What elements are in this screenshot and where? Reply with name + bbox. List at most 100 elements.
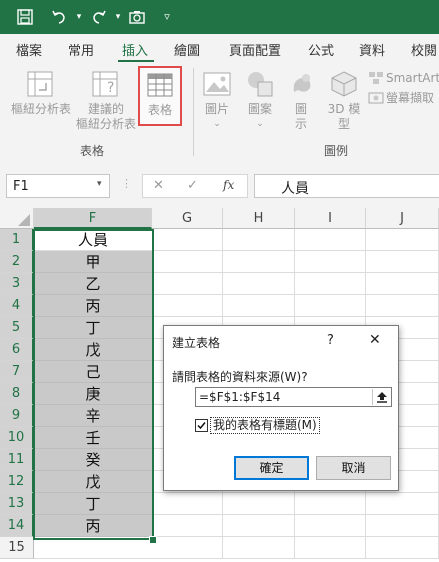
cancel-button[interactable]: 取消: [316, 456, 391, 480]
cell-f[interactable]: 乙: [34, 273, 152, 295]
recommended-pivot-icon[interactable]: ?: [91, 70, 119, 101]
insert-function-icon[interactable]: fx: [223, 178, 234, 192]
cell-f[interactable]: 人員: [34, 229, 152, 251]
row-header[interactable]: 10: [0, 427, 34, 449]
cell-empty[interactable]: [152, 515, 223, 537]
collapse-dialog-icon[interactable]: [372, 389, 391, 405]
tab-file[interactable]: 檔案: [16, 40, 42, 59]
cell-empty[interactable]: [223, 537, 295, 559]
cell-empty[interactable]: [152, 295, 223, 317]
range-input[interactable]: =$F$1:$F$14: [195, 387, 392, 407]
formula-input[interactable]: 人員: [254, 174, 439, 198]
screenshot-icon[interactable]: [368, 91, 384, 108]
shapes-icon[interactable]: [246, 70, 274, 101]
cell-empty[interactable]: [223, 493, 295, 515]
ok-button[interactable]: 確定: [234, 456, 309, 480]
row-header[interactable]: 15: [0, 537, 34, 559]
cell-empty[interactable]: [366, 515, 439, 537]
cell-empty[interactable]: [152, 229, 223, 251]
camera-icon[interactable]: [128, 8, 146, 26]
redo-icon[interactable]: [90, 8, 108, 26]
cell-empty[interactable]: [152, 537, 223, 559]
tab-formulas[interactable]: 公式: [308, 40, 334, 59]
row-header[interactable]: 14: [0, 515, 34, 537]
cell-f[interactable]: 辛: [34, 405, 152, 427]
tab-home[interactable]: 常用: [68, 40, 94, 59]
has-headers-label[interactable]: 我的表格有標題(M): [210, 417, 320, 434]
tab-data[interactable]: 資料: [359, 40, 385, 59]
pictures-icon[interactable]: [203, 72, 231, 99]
row-header[interactable]: 3: [0, 273, 34, 295]
cell-empty[interactable]: [295, 273, 366, 295]
cell-empty[interactable]: [223, 273, 295, 295]
column-header-h[interactable]: H: [223, 208, 295, 229]
cell-empty[interactable]: [223, 229, 295, 251]
redo-dropdown-icon[interactable]: ▾: [109, 8, 127, 26]
row-header[interactable]: 13: [0, 493, 34, 515]
cell-f[interactable]: 癸: [34, 449, 152, 471]
cell-empty[interactable]: [223, 251, 295, 273]
has-headers-checkbox[interactable]: [195, 419, 208, 432]
cell-f[interactable]: 丙: [34, 295, 152, 317]
row-header[interactable]: 1: [0, 229, 34, 251]
pictures-dropdown-icon[interactable]: ⌄: [200, 117, 234, 132]
cell-empty[interactable]: [223, 295, 295, 317]
tab-insert[interactable]: 插入: [122, 40, 148, 59]
cell-empty[interactable]: [295, 537, 366, 559]
cell-empty[interactable]: [223, 515, 295, 537]
confirm-entry-icon[interactable]: ✓: [187, 178, 198, 193]
pivot-table-icon[interactable]: [26, 70, 54, 101]
cell-f[interactable]: 丁: [34, 493, 152, 515]
select-all-corner[interactable]: [0, 208, 34, 229]
cell-empty[interactable]: [295, 251, 366, 273]
smartart-label[interactable]: SmartArt: [386, 71, 439, 86]
row-header[interactable]: 4: [0, 295, 34, 317]
cancel-entry-icon[interactable]: ✕: [153, 178, 164, 193]
cell-empty[interactable]: [152, 251, 223, 273]
row-header[interactable]: 11: [0, 449, 34, 471]
cell-empty[interactable]: [366, 251, 439, 273]
row-header[interactable]: 8: [0, 383, 34, 405]
cell-empty[interactable]: [295, 515, 366, 537]
cell-empty[interactable]: [152, 273, 223, 295]
column-header-i[interactable]: I: [295, 208, 366, 229]
cell-empty[interactable]: [366, 537, 439, 559]
column-header-g[interactable]: G: [152, 208, 223, 229]
cell-f[interactable]: 壬: [34, 427, 152, 449]
column-header-j[interactable]: J: [366, 208, 439, 229]
cell-f[interactable]: 甲: [34, 251, 152, 273]
icons-icon[interactable]: [288, 70, 316, 101]
row-header[interactable]: 6: [0, 339, 34, 361]
save-icon[interactable]: [16, 8, 34, 26]
smartart-icon[interactable]: [368, 71, 384, 88]
undo-dropdown-icon[interactable]: ▾: [70, 8, 88, 26]
cell-f[interactable]: 戊: [34, 471, 152, 493]
cell-f[interactable]: 丙: [34, 515, 152, 537]
cell-empty[interactable]: [366, 295, 439, 317]
tab-draw[interactable]: 繪圖: [174, 40, 200, 59]
help-icon[interactable]: ?: [327, 333, 334, 348]
name-box-dropdown-icon[interactable]: ▾: [97, 179, 102, 189]
shapes-dropdown-icon[interactable]: ⌄: [243, 117, 277, 132]
column-header-f[interactable]: F: [34, 208, 152, 229]
close-icon[interactable]: ✕: [369, 332, 381, 348]
customize-toolbar-icon[interactable]: ▿: [158, 8, 176, 26]
cell-f[interactable]: 戊: [34, 339, 152, 361]
cell-empty[interactable]: [295, 295, 366, 317]
cell-empty[interactable]: [366, 229, 439, 251]
row-header[interactable]: 7: [0, 361, 34, 383]
name-box[interactable]: F1 ▾: [6, 174, 110, 198]
cell-f[interactable]: [34, 537, 152, 559]
cell-f[interactable]: 丁: [34, 317, 152, 339]
cell-empty[interactable]: [366, 273, 439, 295]
table-button[interactable]: 表格: [138, 66, 182, 126]
row-header[interactable]: 9: [0, 405, 34, 427]
row-header[interactable]: 12: [0, 471, 34, 493]
cell-f[interactable]: 己: [34, 361, 152, 383]
row-header[interactable]: 5: [0, 317, 34, 339]
cell-f[interactable]: 庚: [34, 383, 152, 405]
cell-empty[interactable]: [295, 229, 366, 251]
cell-empty[interactable]: [366, 493, 439, 515]
tab-review[interactable]: 校閱: [411, 40, 437, 59]
tab-page-layout[interactable]: 頁面配置: [229, 40, 281, 59]
